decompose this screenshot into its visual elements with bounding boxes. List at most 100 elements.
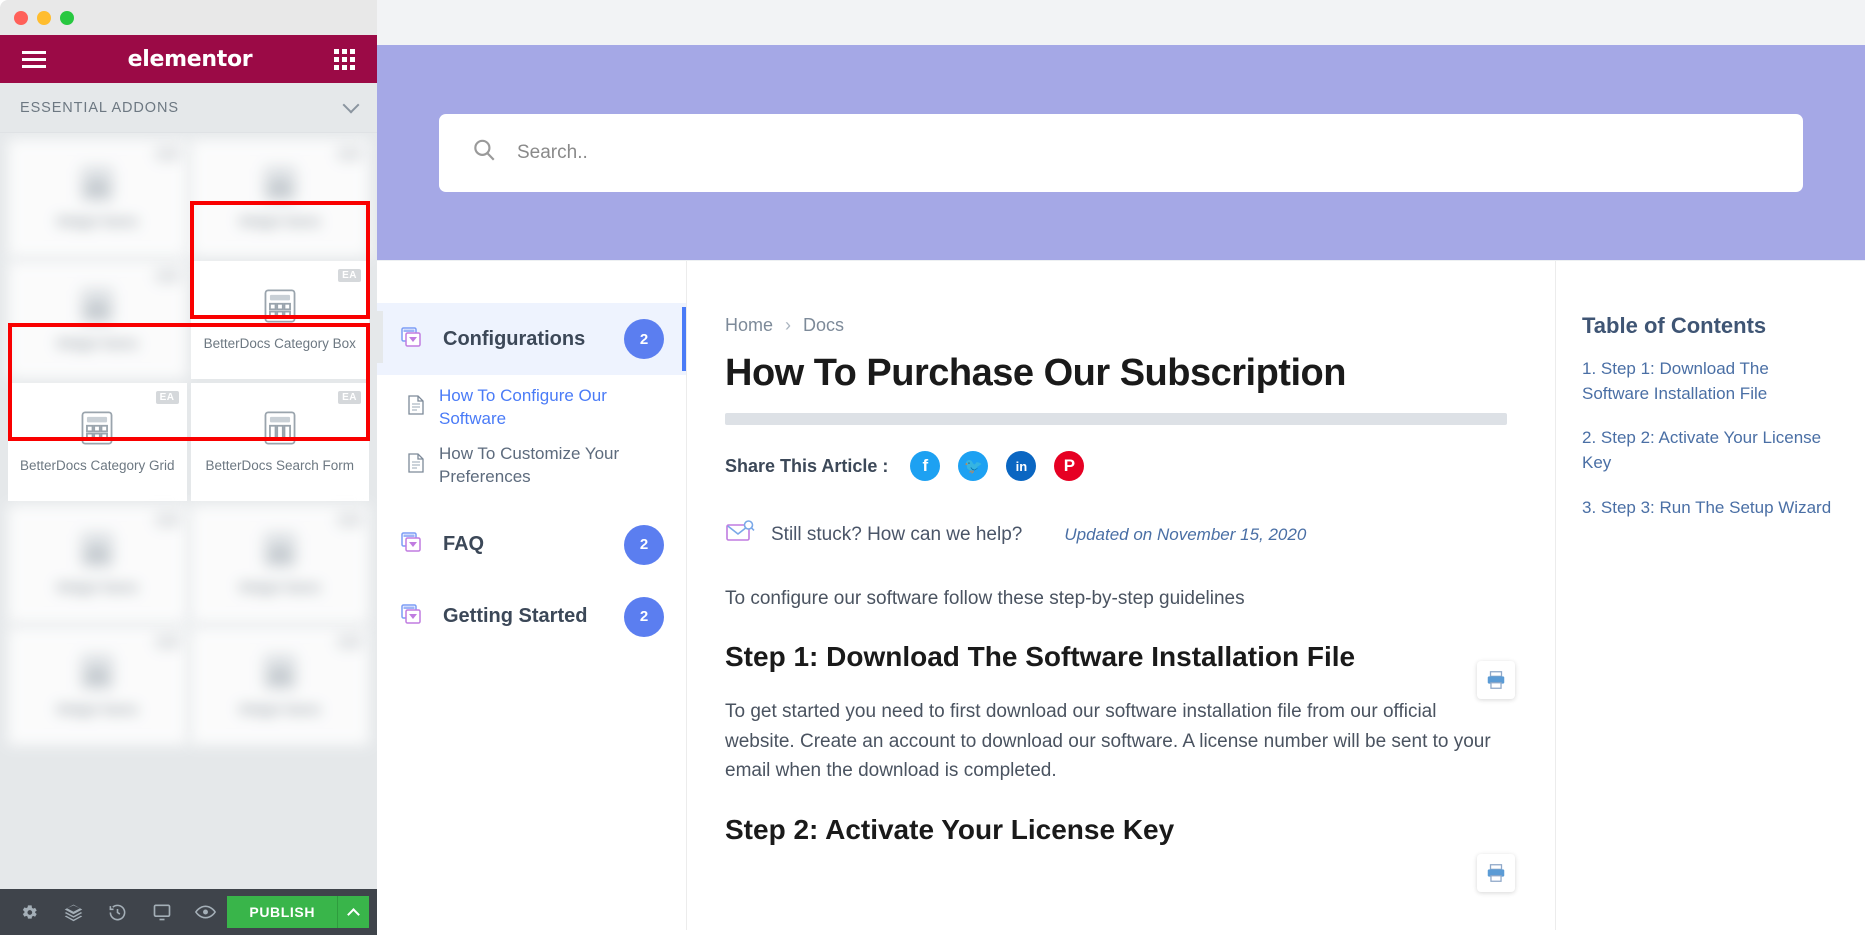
- category-item-getting-started[interactable]: Getting Started 2: [377, 581, 686, 653]
- document-icon: [407, 453, 425, 478]
- folder-docs-icon: [399, 602, 423, 631]
- twitter-share-icon[interactable]: 🐦: [958, 451, 989, 481]
- toc-item[interactable]: 1. Step 1: Download The Software Install…: [1582, 357, 1839, 406]
- widget-thumbnail-icon: [78, 410, 116, 446]
- category-count-badge: 2: [624, 596, 664, 637]
- widget-label: Widget Name: [238, 701, 321, 717]
- doc-title: How To Configure Our Software: [439, 386, 607, 428]
- publish-options-button[interactable]: [337, 896, 370, 928]
- elementor-logo: elementor: [127, 46, 253, 72]
- widget-card-placeholder[interactable]: EA Widget Name: [8, 505, 187, 623]
- widgets-scroll-area[interactable]: EA Widget Name EA Widget Name EA Widget Na…: [0, 133, 377, 889]
- category-count-badge: 2: [624, 319, 664, 359]
- widget-label: Widget Name: [238, 579, 321, 595]
- publish-button-group: PUBLISH: [227, 896, 370, 928]
- widget-card-betterdocs-search-form[interactable]: EA BetterDocs Search Form: [190, 383, 369, 501]
- reading-progress-bar: [725, 413, 1507, 425]
- widget-card-placeholder[interactable]: EA Widget Name: [8, 139, 187, 257]
- ea-badge: EA: [338, 513, 361, 526]
- help-row: Still stuck? How can we help? Updated on…: [725, 519, 1507, 550]
- toc-item[interactable]: 3. Step 3: Run The Setup Wizard: [1582, 496, 1839, 521]
- pinterest-share-icon[interactable]: P: [1054, 451, 1085, 481]
- widget-label: BetterDocs Category Box: [203, 335, 356, 351]
- category-item-configurations[interactable]: Configurations 2: [377, 303, 686, 375]
- preview-eye-icon[interactable]: [184, 889, 228, 935]
- breadcrumb-home[interactable]: Home: [725, 315, 773, 335]
- essential-addons-section-header[interactable]: ESSENTIAL ADDONS: [0, 83, 377, 133]
- widget-card-placeholder[interactable]: EA Widget Name: [190, 139, 369, 257]
- folder-docs-icon: [399, 325, 423, 354]
- ea-badge: EA: [155, 269, 179, 282]
- widget-card-placeholder[interactable]: EA Widget Name: [190, 627, 369, 745]
- category-name: FAQ: [443, 533, 485, 556]
- doc-list-item[interactable]: How To Customize Your Preferences: [407, 437, 664, 495]
- widget-thumbnail-icon: [78, 166, 116, 202]
- window-maximize-button[interactable]: [60, 10, 74, 25]
- docs-layout: Configurations 2 How To Configure Our Sof…: [377, 260, 1865, 930]
- article-intro: To configure our software follow these s…: [725, 588, 1245, 609]
- window-close-button[interactable]: [14, 10, 28, 25]
- widget-card-betterdocs-category-grid[interactable]: EA BetterDocs Category Grid: [8, 383, 187, 501]
- elementor-panel-header: elementor: [0, 35, 377, 83]
- widgets-grid-icon[interactable]: [333, 48, 355, 70]
- search-hero-section: Search..: [377, 45, 1865, 260]
- linkedin-share-icon[interactable]: in: [1006, 451, 1037, 481]
- ea-badge: EA: [338, 269, 361, 282]
- widget-thumbnail-icon: [78, 532, 116, 568]
- widget-thumbnail-icon: [78, 288, 116, 324]
- window-titlebar: [0, 0, 377, 35]
- panel-collapse-tab[interactable]: [377, 311, 383, 363]
- toc-title: Table of Contents: [1582, 313, 1767, 338]
- step2-heading: Step 2: Activate Your License Key: [725, 813, 1175, 845]
- category-name: Configurations: [443, 327, 586, 350]
- widget-label: Widget Name: [56, 579, 139, 595]
- widget-thumbnail-icon: [261, 288, 299, 324]
- widget-thumbnail-icon: [261, 532, 299, 568]
- table-of-contents: Table of Contents 1. Step 1: Download Th…: [1555, 261, 1865, 930]
- article-content: Home › Docs How To Purchase Our Subscrip…: [687, 261, 1555, 930]
- step1-heading: Step 1: Download The Software Installati…: [725, 641, 1356, 673]
- category-name: Getting Started: [443, 605, 588, 628]
- history-clock-icon[interactable]: [96, 889, 140, 935]
- search-input-wrapper[interactable]: Search..: [439, 113, 1803, 192]
- responsive-monitor-icon[interactable]: [140, 889, 184, 935]
- widget-label: BetterDocs Category Grid: [19, 457, 175, 473]
- print-button-top[interactable]: [1477, 661, 1515, 699]
- doc-list-item[interactable]: How To Configure Our Software: [407, 379, 664, 437]
- widget-label: Widget Name: [56, 213, 139, 229]
- print-button-content[interactable]: [1477, 854, 1515, 892]
- widget-label: Widget Name: [56, 701, 139, 717]
- publish-button[interactable]: PUBLISH: [227, 896, 338, 928]
- breadcrumb-current[interactable]: Docs: [803, 315, 844, 335]
- breadcrumb: Home › Docs: [725, 315, 1507, 336]
- elementor-panel-footer: PUBLISH: [0, 889, 377, 935]
- widget-card-placeholder[interactable]: EA Widget Name: [190, 505, 369, 623]
- chevron-up-icon: [347, 907, 360, 921]
- category-count-badge: 2: [624, 524, 664, 565]
- folder-docs-icon: [399, 530, 423, 559]
- docs-category-sidebar: Configurations 2 How To Configure Our Sof…: [377, 261, 687, 930]
- step1-body: To get started you need to first downloa…: [725, 701, 1491, 782]
- toc-item[interactable]: 2. Step 2: Activate Your License Key: [1582, 426, 1839, 475]
- widget-card-placeholder[interactable]: EA Widget Name: [8, 627, 187, 745]
- category-item-faq[interactable]: FAQ 2: [377, 509, 686, 581]
- printer-icon: [1487, 864, 1505, 882]
- search-placeholder: Search..: [517, 141, 588, 163]
- widget-label: Widget Name: [56, 335, 139, 351]
- ea-badge: EA: [338, 147, 361, 160]
- chevron-left-icon: [377, 332, 379, 342]
- settings-gear-icon[interactable]: [8, 889, 52, 935]
- navigator-layers-icon[interactable]: [52, 889, 96, 935]
- help-link[interactable]: Still stuck? How can we help?: [771, 524, 1022, 546]
- canvas-top-strip: [377, 0, 1865, 45]
- facebook-share-icon[interactable]: f: [910, 451, 941, 481]
- widget-card-placeholder[interactable]: EA Widget Name: [8, 261, 187, 379]
- ea-badge: EA: [155, 635, 179, 648]
- widget-card-betterdocs-category-box[interactable]: EA BetterDocs Category Box: [190, 261, 369, 379]
- envelope-search-icon: [725, 519, 755, 550]
- document-icon: [407, 395, 425, 420]
- chevron-down-icon[interactable]: [342, 96, 360, 114]
- widget-thumbnail-icon: [261, 654, 299, 690]
- hamburger-icon[interactable]: [22, 50, 46, 68]
- window-minimize-button[interactable]: [37, 10, 51, 25]
